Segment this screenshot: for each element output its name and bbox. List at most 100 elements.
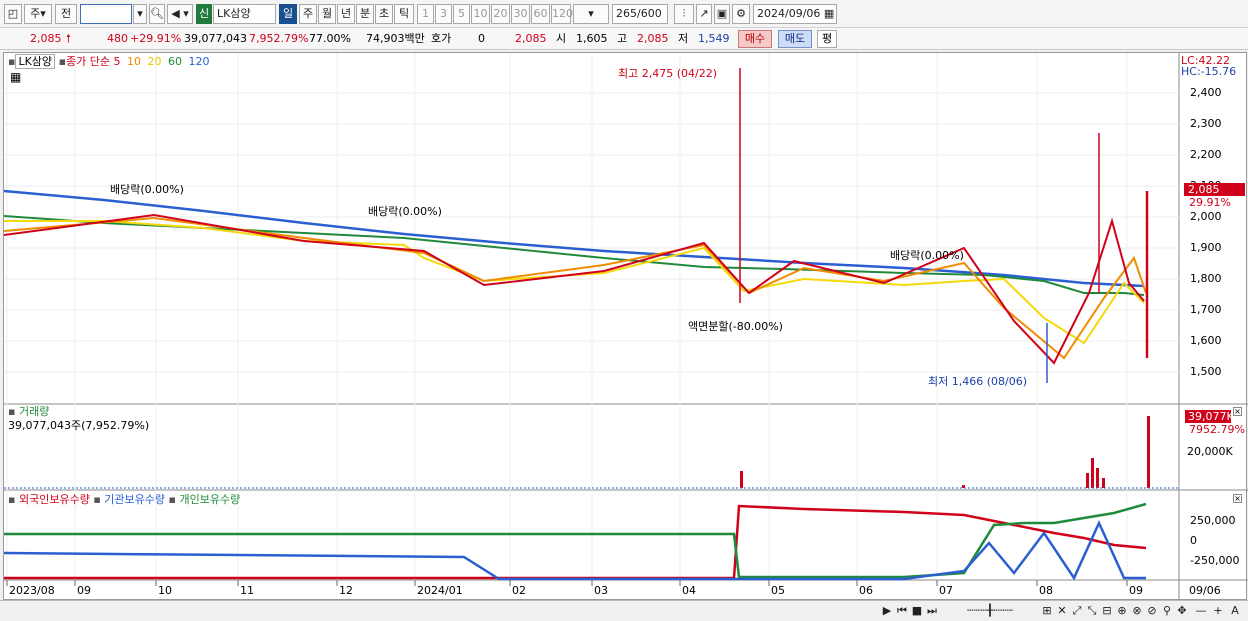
settings-icon[interactable]: ⚙ <box>732 4 750 24</box>
holdings-institution-label[interactable]: 기관보유수량 <box>104 493 165 506</box>
buy-button[interactable]: 매수 <box>738 30 772 48</box>
tool-icon-3[interactable]: ⤡ <box>1085 604 1099 618</box>
tool-icon-4[interactable]: ⊟ <box>1100 604 1114 618</box>
tool-icon-7[interactable]: ⊘ <box>1145 604 1159 618</box>
holdings-foreign-label[interactable]: 외국인보유수량 <box>19 493 90 506</box>
ratio-value: 77.00% <box>309 32 351 45</box>
current-price-tag: 2,085 <box>1185 183 1245 196</box>
x-tick-label: 07 <box>939 584 953 597</box>
sell-button[interactable]: 매도 <box>778 30 812 48</box>
chart-type-select[interactable]: 주▾ <box>24 4 52 24</box>
chart-canvas[interactable] <box>4 53 1248 601</box>
chart-type-label: 주 <box>30 7 41 20</box>
interval-60[interactable]: 60 <box>531 4 550 24</box>
period-day-tab[interactable]: 일 <box>279 4 297 24</box>
period-second-tab[interactable]: 초 <box>375 4 393 24</box>
interval-5[interactable]: 5 <box>453 4 470 24</box>
hoga-value: 0 <box>478 32 485 45</box>
interval-30[interactable]: 30 <box>511 4 530 24</box>
interval-3[interactable]: 3 <box>435 4 452 24</box>
volume-title-text[interactable]: 거래량 <box>19 405 49 418</box>
search-icon[interactable]: 🔍︎ <box>149 4 165 24</box>
amount-value: 74,903백만 <box>366 32 425 45</box>
crosshair-icon[interactable]: ⊞ <box>1040 604 1054 618</box>
date-field[interactable]: 2024/09/06 ▦ <box>753 4 837 24</box>
legend-ma5: 5 <box>113 55 121 68</box>
zoom-in-icon[interactable]: + <box>1211 604 1225 618</box>
code-dropdown-icon[interactable]: ▾ <box>133 4 147 24</box>
x-tick-label: 04 <box>682 584 696 597</box>
toolbar: ◰ 주▾ 전 225190 ▾ 🔍︎ ◀ ▾ 신 LK삼양 일 주 월 년 분 … <box>0 0 1248 28</box>
legend-ma10: 10 <box>127 55 142 68</box>
individual-holdings-line <box>4 502 1147 579</box>
x-tick-label: 03 <box>594 584 608 597</box>
pan-icon[interactable]: ✥ <box>1175 604 1189 618</box>
scroll-right-icon[interactable]: ▶ <box>880 604 894 618</box>
table-icon[interactable]: ▦ <box>10 71 21 84</box>
sound-icon[interactable]: ◀ ▾ <box>167 4 193 24</box>
tool-icon-2[interactable]: ⤢ <box>1070 604 1084 618</box>
price-tick-label: 1,800 <box>1190 272 1222 285</box>
period-minute-tab[interactable]: 분 <box>356 4 374 24</box>
stock-code-input[interactable]: 225190 <box>80 4 132 24</box>
price-tick-label: 1,600 <box>1190 334 1222 347</box>
calendar-icon[interactable]: ▦ <box>824 7 834 20</box>
price-tick-label: 2,300 <box>1190 117 1222 130</box>
new-badge: 신 <box>196 4 212 24</box>
holdings-close-icon[interactable]: × <box>1233 494 1242 503</box>
current-price: 2,085 <box>30 32 62 45</box>
volume-bar <box>1147 416 1150 488</box>
holdings-tick-2: 0 <box>1190 534 1197 547</box>
draw-icon[interactable]: ↗ <box>696 4 712 24</box>
high-label: 고 <box>617 32 628 45</box>
first-icon[interactable]: ⏮ <box>895 604 909 618</box>
tool-icon-5[interactable]: ⊕ <box>1115 604 1129 618</box>
period-year-tab[interactable]: 년 <box>337 4 355 24</box>
date-value: 2024/09/06 <box>757 7 821 20</box>
holdings-individual-label[interactable]: 개인보유수량 <box>179 493 240 506</box>
volume-title: ▪ 거래량 <box>8 405 49 418</box>
interval-10[interactable]: 10 <box>471 4 490 24</box>
zoom-icon[interactable]: ⚲ <box>1160 604 1174 618</box>
custom-interval-select[interactable]: ▾ <box>573 4 609 24</box>
legend-box-icon: ▪ <box>168 493 176 506</box>
x-tick-label: 08 <box>1039 584 1053 597</box>
volume-close-icon[interactable]: × <box>1233 407 1242 416</box>
volume-bar <box>1091 458 1094 488</box>
x-axis-right-label: 09/06 <box>1189 584 1221 597</box>
split-annotation: 액면분할(-80.00%) <box>688 320 783 333</box>
tool-icon-1[interactable]: ✕ <box>1055 604 1069 618</box>
x-tick-label: 06 <box>859 584 873 597</box>
period-tick-tab[interactable]: 틱 <box>394 4 414 24</box>
low-annotation: 최저 1,466 (08/06) <box>928 375 1028 388</box>
interval-1[interactable]: 1 <box>417 4 434 24</box>
stop-icon[interactable]: ■ <box>910 604 924 618</box>
prev-button[interactable]: 전 <box>55 4 77 24</box>
average-button[interactable]: 평 <box>817 30 837 48</box>
font-size-icon[interactable]: A <box>1228 604 1242 618</box>
chart-area[interactable]: ▪ LK삼양 ▪종가 단순 5 10 20 60 120 ▦ 최고 2,475 (… <box>3 52 1248 601</box>
legend-stock-name[interactable]: LK삼양 <box>15 54 56 69</box>
period-month-tab[interactable]: 월 <box>318 4 336 24</box>
x-tick-label: 02 <box>512 584 526 597</box>
tool-icon-6[interactable]: ⊗ <box>1130 604 1144 618</box>
x-tick-label: 2023/08 <box>9 584 55 597</box>
legend-ma-prefix[interactable]: 종가 단순 <box>66 55 110 68</box>
hoga-price: 2,085 <box>515 32 547 45</box>
save-icon[interactable]: ▣ <box>714 4 730 24</box>
last-icon[interactable]: ⏭ <box>925 604 939 618</box>
dividend-annotation-3: 배당락(0.00%) <box>890 249 964 262</box>
layout-icon[interactable]: ◰ <box>4 4 22 24</box>
period-week-tab[interactable]: 주 <box>299 4 317 24</box>
interval-120[interactable]: 120 <box>551 4 573 24</box>
legend-box-icon: ▪ <box>58 55 67 68</box>
x-tick-label: 05 <box>771 584 785 597</box>
zoom-out-icon[interactable]: — <box>1194 604 1208 618</box>
stock-name-field[interactable]: LK삼양 <box>213 4 276 24</box>
x-tick-label: 12 <box>339 584 353 597</box>
price-tick-label: 1,900 <box>1190 241 1222 254</box>
interval-20[interactable]: 20 <box>491 4 510 24</box>
count-field[interactable]: 265/600 <box>612 4 668 24</box>
zoom-slider[interactable]: ┄┄┄╂┄┄┄ <box>945 604 1035 618</box>
candle-icon[interactable]: ⫶ <box>674 4 694 24</box>
